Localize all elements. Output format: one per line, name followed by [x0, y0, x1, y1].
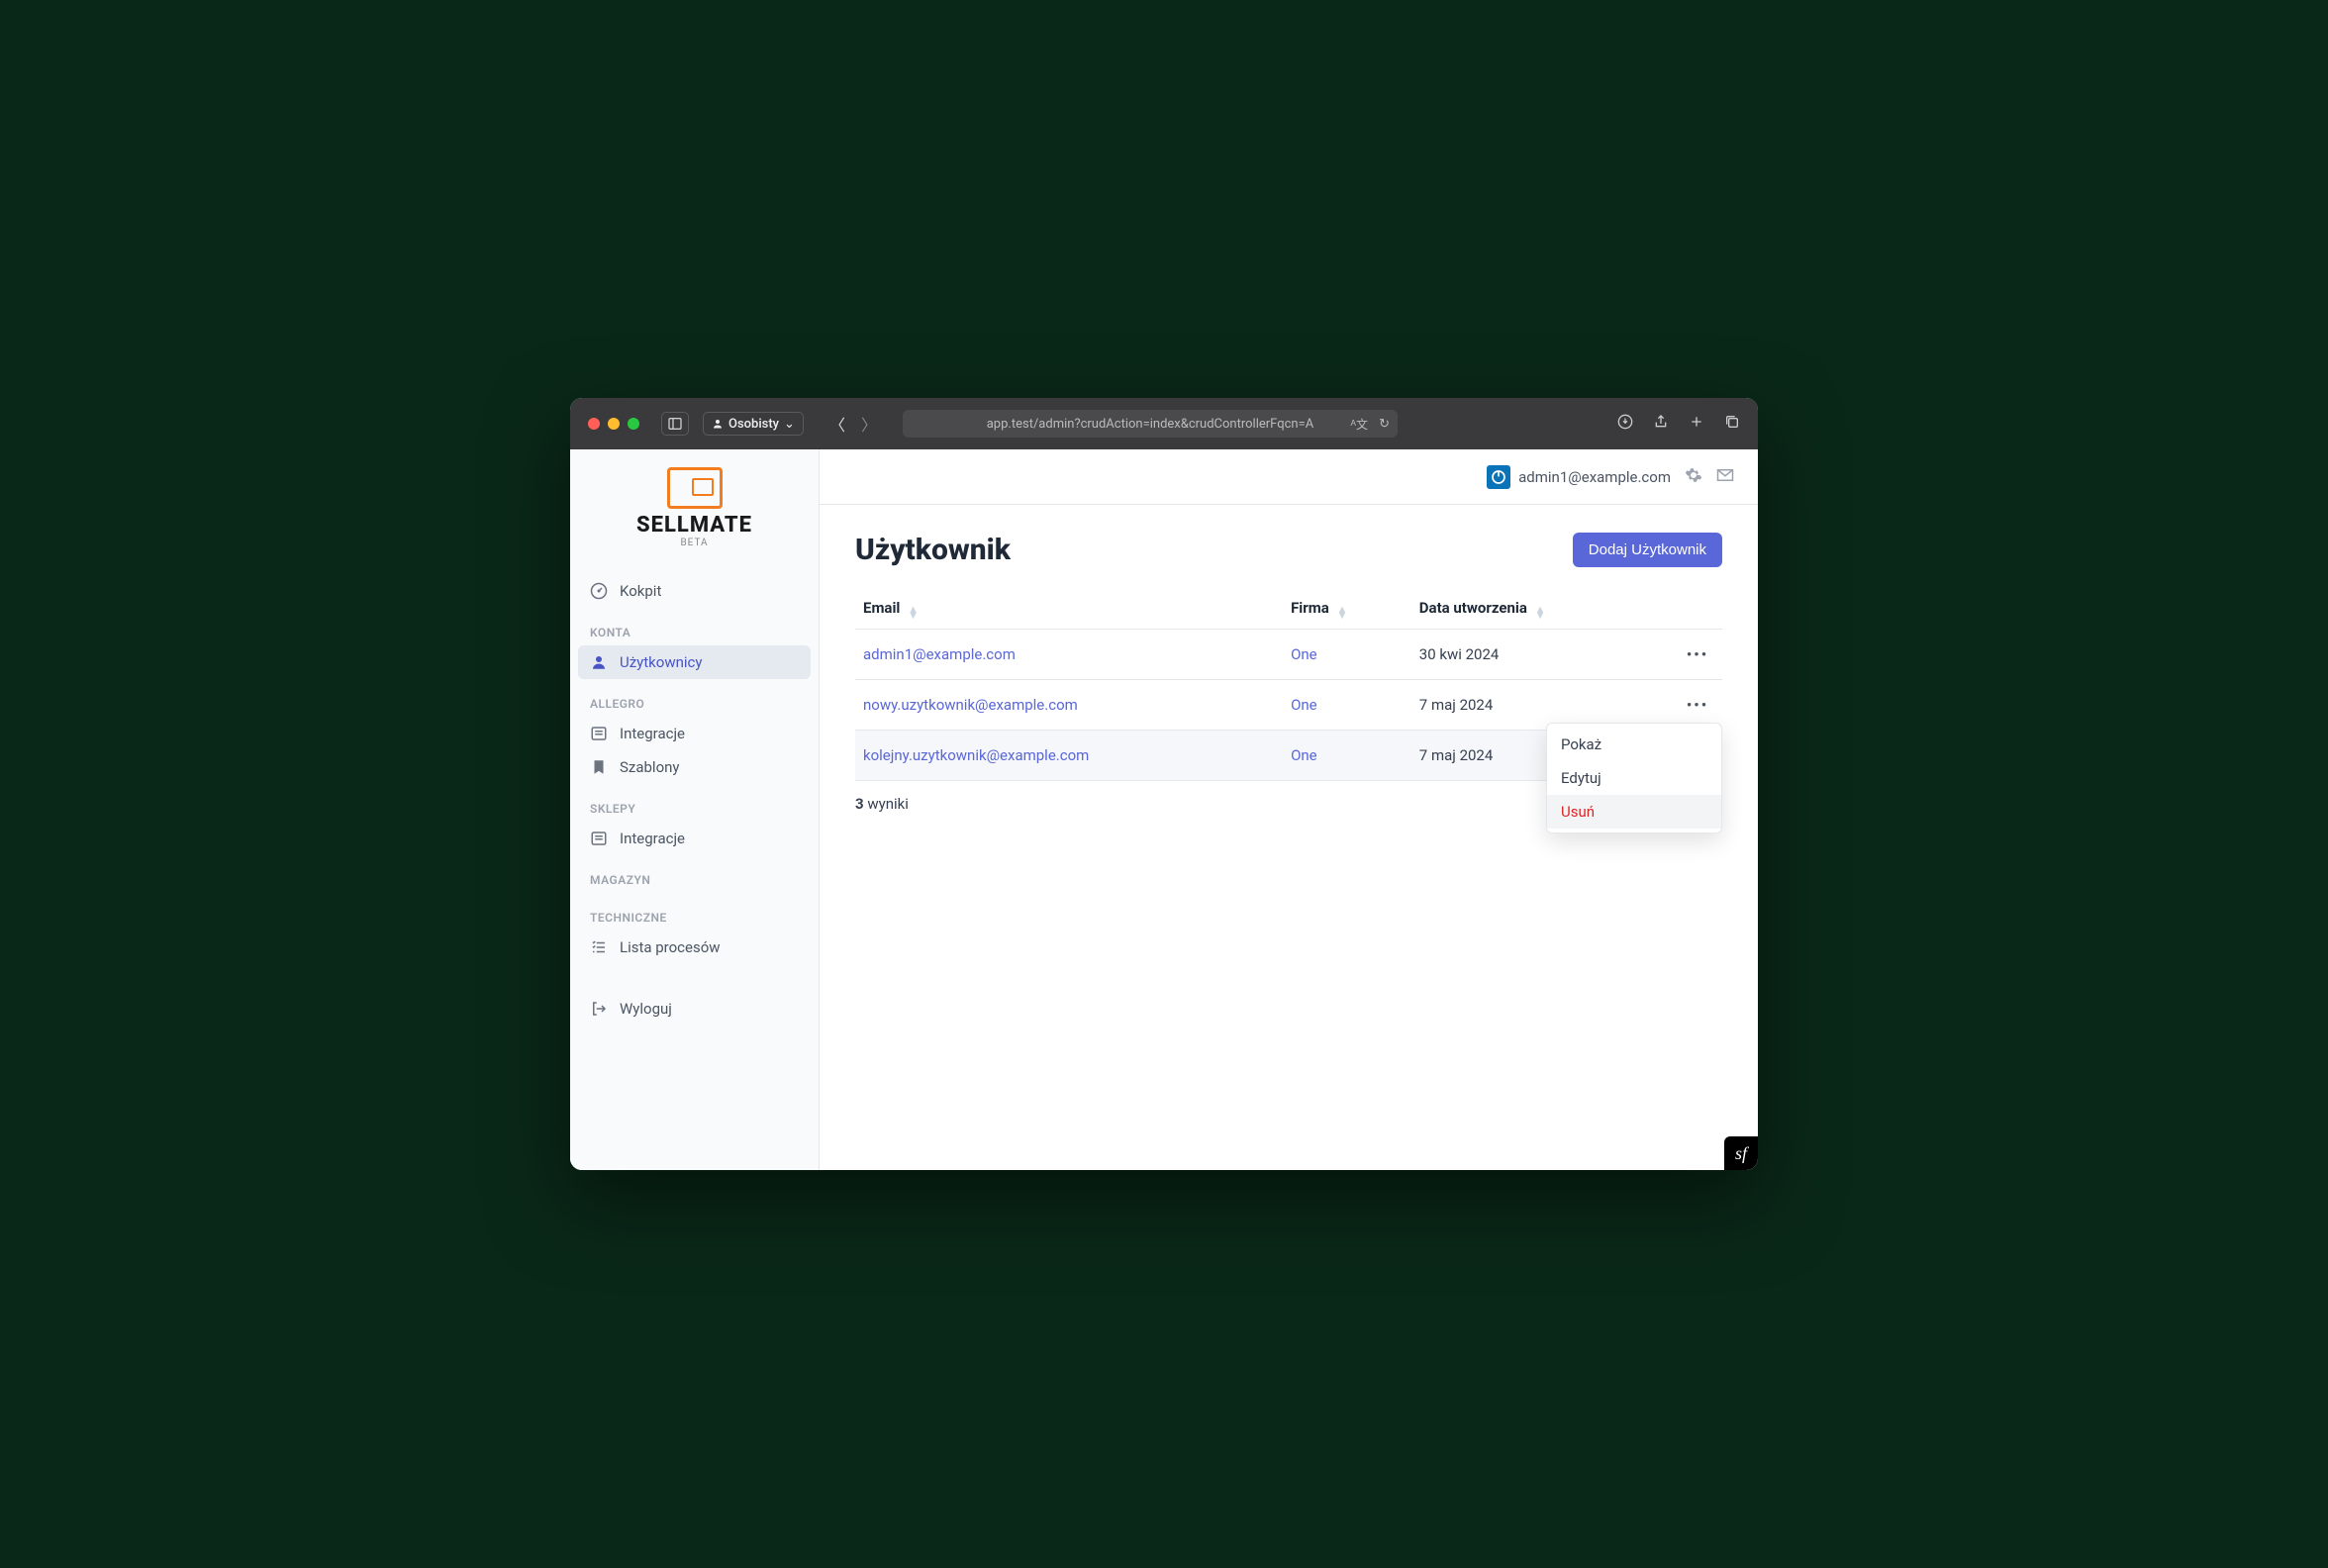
- messages-button[interactable]: [1716, 466, 1734, 488]
- chevron-down-icon: ⌄: [784, 417, 795, 432]
- sidebar-section-shops: SKLEPY: [578, 784, 811, 822]
- app-topbar: admin1@example.com: [820, 449, 1758, 505]
- column-header-created[interactable]: Data utworzenia ▲▼: [1411, 589, 1663, 630]
- column-header-email[interactable]: Email ▲▼: [855, 589, 1283, 630]
- app-sidebar: SELLMATE BETA Kokpit KONTA Użytkownicy A…: [570, 449, 820, 1170]
- row-actions-button[interactable]: •••: [1681, 691, 1714, 719]
- downloads-icon[interactable]: [1617, 414, 1633, 434]
- gear-icon: [1685, 466, 1702, 484]
- tabs-icon[interactable]: [1724, 414, 1740, 434]
- close-window-button[interactable]: [588, 418, 600, 430]
- symfony-badge[interactable]: sf: [1724, 1136, 1758, 1170]
- browser-profile-label: Osobisty: [728, 417, 779, 432]
- results-label: wyniki: [867, 795, 909, 813]
- column-header-company[interactable]: Firma ▲▼: [1283, 589, 1411, 630]
- sidebar-item-label: Wyloguj: [620, 1000, 672, 1018]
- sidebar-item-label: Lista procesów: [620, 938, 721, 956]
- sidebar-item-label: Kokpit: [620, 582, 661, 600]
- share-icon[interactable]: [1653, 414, 1669, 434]
- sidebar-section-warehouse: MAGAZYN: [578, 855, 811, 893]
- user-email-link[interactable]: admin1@example.com: [863, 645, 1016, 663]
- dropdown-item-edit[interactable]: Edytuj: [1547, 761, 1721, 795]
- row-actions-button[interactable]: •••: [1681, 640, 1714, 668]
- user-company-link[interactable]: One: [1291, 696, 1317, 714]
- sort-icon: ▲▼: [1535, 607, 1546, 619]
- browser-forward-button[interactable]: 〉: [861, 412, 877, 436]
- sidebar-item-label: Integracje: [620, 830, 685, 847]
- current-user-email: admin1@example.com: [1518, 468, 1671, 486]
- browser-url-bar[interactable]: app.test/admin?crudAction=index&crudCont…: [903, 410, 1398, 438]
- maximize-window-button[interactable]: [628, 418, 639, 430]
- add-user-button[interactable]: Dodaj Użytkownik: [1573, 533, 1722, 567]
- browser-profile-button[interactable]: Osobisty ⌄: [703, 412, 804, 436]
- browser-back-button[interactable]: 〈: [829, 412, 845, 436]
- bookmark-icon: [590, 758, 608, 776]
- sidebar-section-allegro: ALLEGRO: [578, 679, 811, 717]
- brand-logo[interactable]: SELLMATE BETA: [570, 459, 819, 566]
- settings-button[interactable]: [1685, 466, 1702, 488]
- results-count: 3: [855, 795, 864, 813]
- browser-url-text: app.test/admin?crudAction=index&crudCont…: [987, 417, 1313, 432]
- user-company-link[interactable]: One: [1291, 746, 1317, 764]
- sidebar-toggle-button[interactable]: [661, 412, 689, 436]
- sidebar-section-technical: TECHNICZNE: [578, 893, 811, 931]
- user-email-link[interactable]: kolejny.uzytkownik@example.com: [863, 746, 1089, 764]
- row-actions-dropdown: Pokaż Edytuj Usuń: [1546, 723, 1722, 833]
- main-content: admin1@example.com Użytkownik Dodaj Użyt…: [820, 449, 1758, 1170]
- user-created-cell: 30 kwi 2024: [1411, 630, 1663, 680]
- user-icon: [590, 653, 608, 671]
- sidebar-item-processes[interactable]: Lista procesów: [578, 931, 811, 964]
- browser-titlebar: Osobisty ⌄ 〈 〉 app.test/admin?crudAction…: [570, 398, 1758, 449]
- reload-icon[interactable]: ↻: [1379, 417, 1390, 432]
- sidebar-item-dashboard[interactable]: Kokpit: [578, 574, 811, 608]
- list-icon: [590, 725, 608, 742]
- sidebar-section-accounts: KONTA: [578, 608, 811, 645]
- user-company-link[interactable]: One: [1291, 645, 1317, 663]
- window-controls: [588, 418, 639, 430]
- gauge-icon: [590, 582, 608, 600]
- sidebar-item-logout[interactable]: Wyloguj: [578, 992, 811, 1026]
- gravatar-icon: [1487, 465, 1510, 489]
- sidebar-item-integrations-shops[interactable]: Integracje: [578, 822, 811, 855]
- sort-icon: ▲▼: [1337, 607, 1348, 619]
- translate-icon[interactable]: ᴬ文: [1351, 416, 1368, 433]
- sidebar-item-users[interactable]: Użytkownicy: [578, 645, 811, 679]
- sidebar-item-label: Szablony: [620, 758, 680, 776]
- minimize-window-button[interactable]: [608, 418, 620, 430]
- list-icon: [590, 830, 608, 847]
- sidebar-item-label: Integracje: [620, 725, 685, 742]
- current-user[interactable]: admin1@example.com: [1487, 465, 1671, 489]
- table-row: admin1@example.com One 30 kwi 2024 •••: [855, 630, 1722, 680]
- sidebar-item-integrations-allegro[interactable]: Integracje: [578, 717, 811, 750]
- sort-icon: ▲▼: [908, 607, 919, 619]
- envelope-icon: [1716, 466, 1734, 484]
- new-tab-icon[interactable]: [1689, 414, 1704, 434]
- user-email-link[interactable]: nowy.uzytkownik@example.com: [863, 696, 1078, 714]
- logout-icon: [590, 1000, 608, 1018]
- tasks-icon: [590, 938, 608, 956]
- logo-icon: [667, 467, 723, 509]
- sidebar-item-label: Użytkownicy: [620, 653, 702, 671]
- dropdown-item-show[interactable]: Pokaż: [1547, 728, 1721, 761]
- brand-name: SELLMATE: [570, 513, 819, 538]
- page-title: Użytkownik: [855, 533, 1011, 567]
- dropdown-item-delete[interactable]: Usuń: [1547, 795, 1721, 829]
- brand-sub: BETA: [570, 538, 819, 548]
- sidebar-item-templates[interactable]: Szablony: [578, 750, 811, 784]
